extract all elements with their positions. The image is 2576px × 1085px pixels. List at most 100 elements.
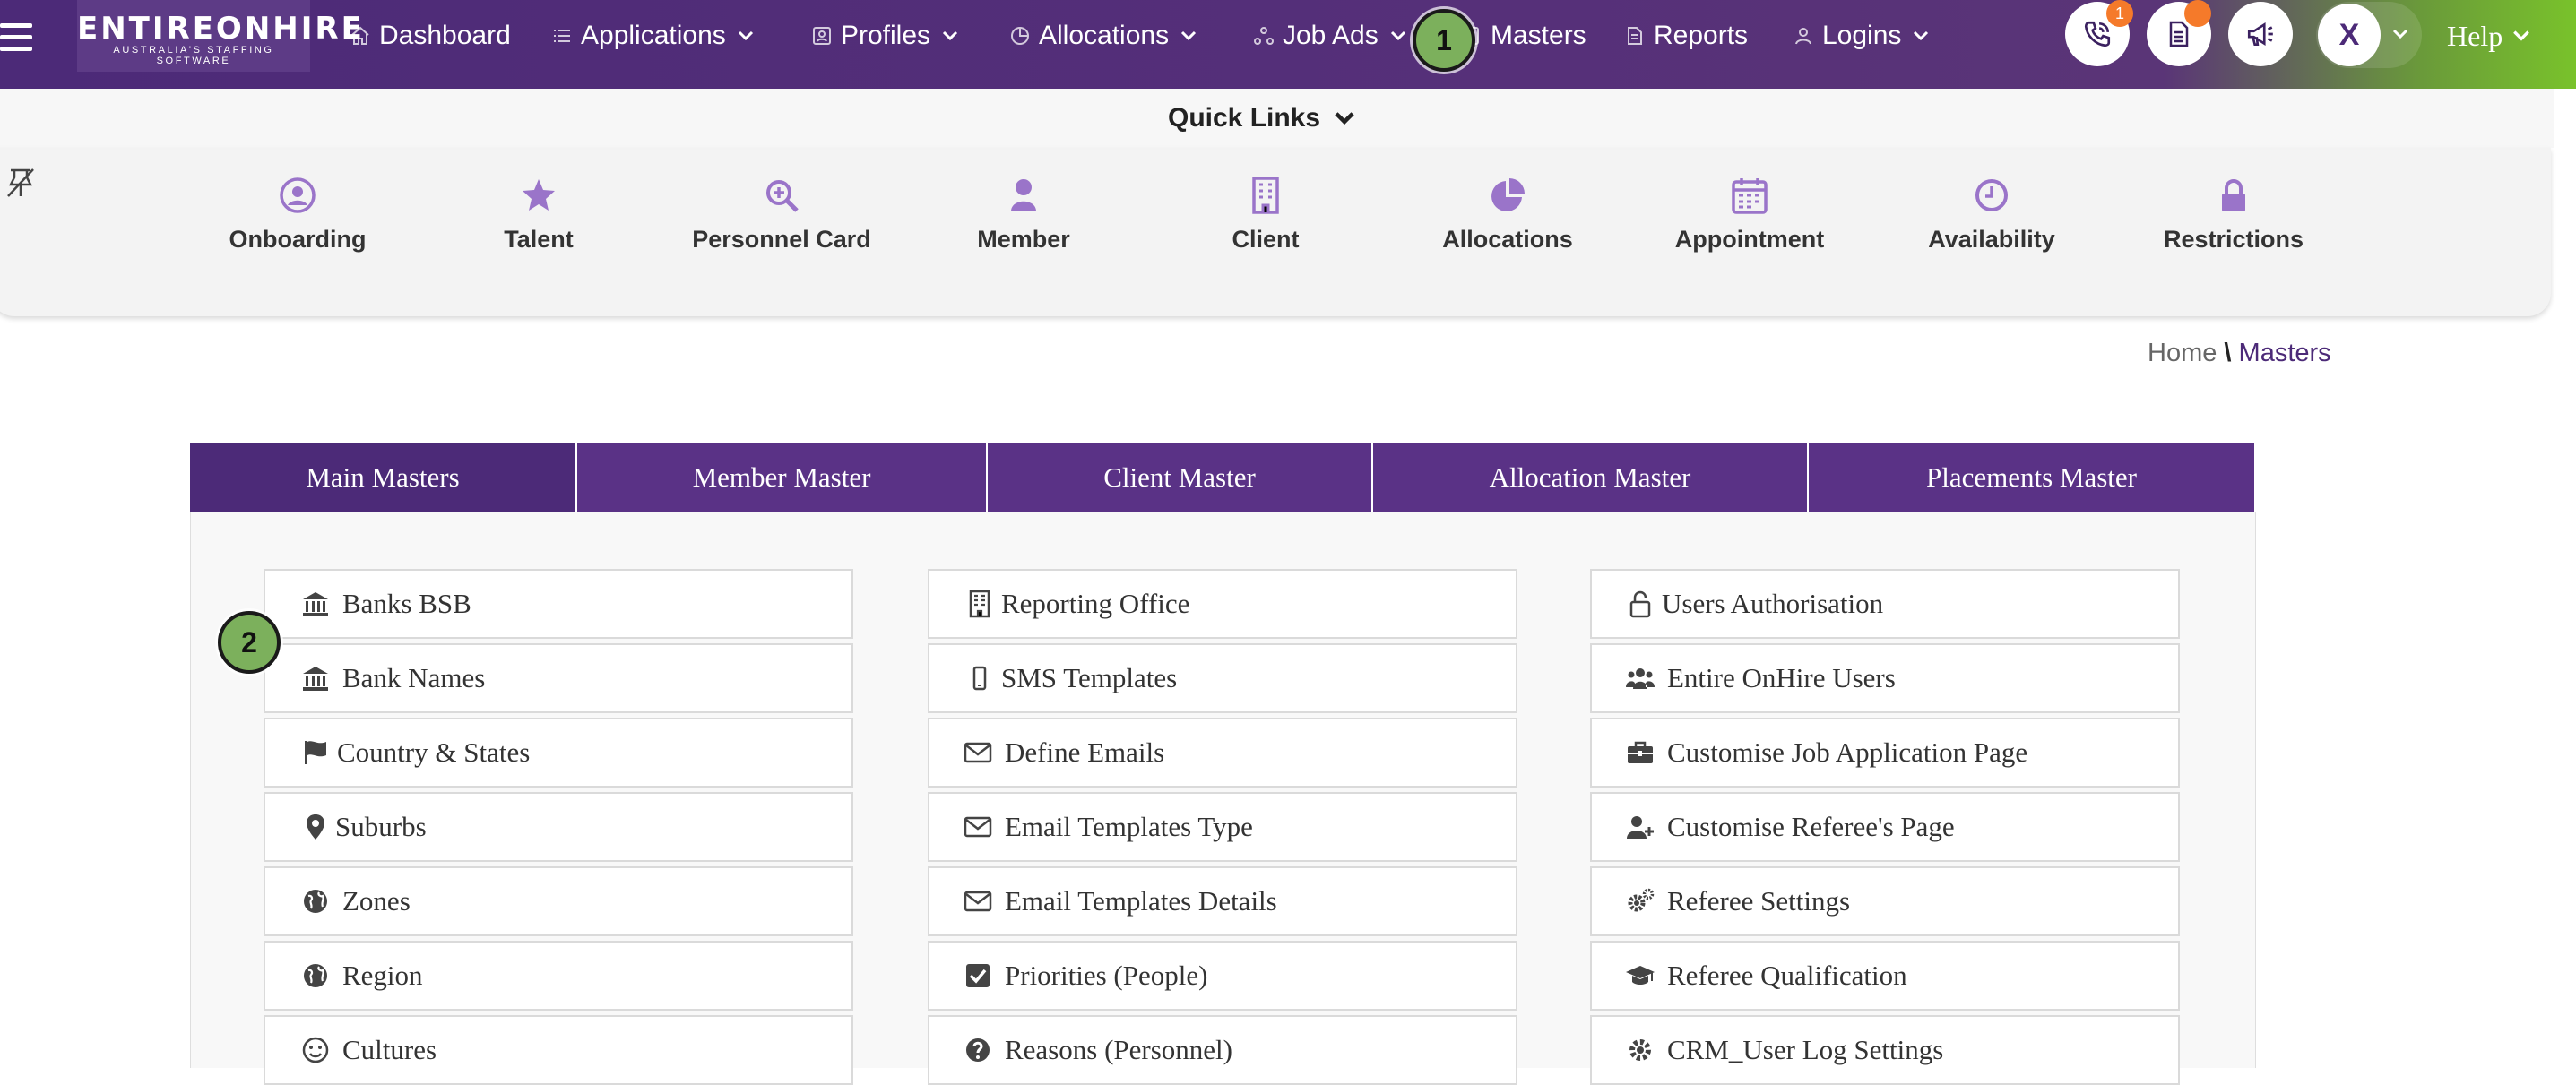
masters-tab-bar: Main Masters Member Master Client Master… (190, 443, 2254, 512)
chevron-down-icon (1333, 107, 1356, 130)
lock-icon (2222, 179, 2245, 211)
nav-profiles[interactable]: Profiles (811, 18, 959, 54)
quick-link-label: Allocations (1442, 226, 1573, 253)
file-icon (1624, 25, 1646, 47)
master-country-states[interactable]: Country & States (264, 718, 853, 788)
nav-allocations[interactable]: Allocations (1009, 18, 1197, 54)
master-label: Referee Settings (1667, 885, 1851, 917)
master-label: Define Emails (1005, 736, 1165, 768)
envelope-icon (964, 742, 992, 763)
chevron-down-icon (941, 27, 959, 45)
master-label: Country & States (337, 736, 531, 768)
master-label: Bank Names (342, 662, 486, 693)
master-customise-referees-page[interactable]: Customise Referee's Page (1590, 792, 2180, 862)
master-label: Priorities (People) (1005, 960, 1208, 991)
megaphone-icon (2247, 22, 2273, 47)
master-suburbs[interactable]: Suburbs (264, 792, 853, 862)
quick-link-member[interactable]: Member (912, 176, 1136, 254)
master-cultures[interactable]: Cultures (264, 1015, 853, 1085)
brand-name: ENTIREONHIRE (77, 11, 365, 47)
master-define-emails[interactable]: Define Emails (928, 718, 1517, 788)
breadcrumb-separator: \ (2224, 339, 2232, 367)
briefcase-icon (1628, 741, 1653, 763)
envelope-icon (964, 891, 992, 912)
quick-link-personnel-card[interactable]: Personnel Card (670, 176, 894, 254)
tab-main-masters[interactable]: Main Masters (190, 443, 575, 512)
mobile-icon (972, 666, 987, 691)
master-entire-onhire-users[interactable]: Entire OnHire Users (1590, 643, 2180, 713)
pie-chart-icon (1009, 25, 1031, 47)
nav-label: Applications (581, 21, 726, 50)
chevron-down-icon[interactable] (2391, 25, 2409, 43)
master-label: SMS Templates (1001, 662, 1178, 693)
master-region[interactable]: Region (264, 941, 853, 1011)
quick-link-label: Member (977, 226, 1070, 253)
master-label: Users Authorisation (1662, 588, 1884, 619)
master-label: Customise Job Application Page (1667, 736, 2028, 768)
master-label: Entire OnHire Users (1667, 662, 1896, 693)
master-email-templates-details[interactable]: Email Templates Details (928, 866, 1517, 936)
user-icon (1793, 25, 1814, 47)
quick-link-availability[interactable]: Availability (1880, 176, 2104, 254)
master-email-templates-type[interactable]: Email Templates Type (928, 792, 1517, 862)
unlock-icon (1629, 590, 1651, 618)
master-bank-names[interactable]: Bank Names (264, 643, 853, 713)
tab-placements-master[interactable]: Placements Master (1807, 443, 2254, 512)
unpin-icon[interactable] (5, 167, 36, 199)
quick-link-label: Onboarding (229, 226, 367, 253)
quick-link-onboarding[interactable]: Onboarding (186, 176, 410, 254)
chevron-down-icon (2511, 26, 2531, 46)
master-label: Reasons (Personnel) (1005, 1034, 1232, 1065)
master-priorities-people[interactable]: Priorities (People) (928, 941, 1517, 1011)
master-users-authorisation[interactable]: Users Authorisation (1590, 569, 2180, 639)
document-notification-dot (2184, 0, 2211, 27)
quick-link-appointment[interactable]: Appointment (1638, 176, 1862, 254)
breadcrumb: Home \ Masters (2148, 339, 2331, 368)
tab-allocation-master[interactable]: Allocation Master (1371, 443, 1807, 512)
master-crm-user-log-settings[interactable]: CRM_User Log Settings (1590, 1015, 2180, 1085)
home-icon (350, 25, 371, 47)
master-reporting-office[interactable]: Reporting Office (928, 569, 1517, 639)
search-plus-icon (766, 180, 799, 212)
nav-masters[interactable]: Masters (1461, 18, 1586, 54)
breadcrumb-home-link[interactable]: Home (2148, 339, 2217, 367)
nav-logins[interactable]: Logins (1793, 18, 1930, 54)
quick-links-toggle[interactable]: Quick Links (1168, 99, 1356, 138)
quick-link-client[interactable]: Client (1154, 176, 1378, 254)
master-referee-settings[interactable]: Referee Settings (1590, 866, 2180, 936)
chevron-down-icon (1180, 27, 1197, 45)
bank-icon (303, 592, 328, 616)
master-label: Region (342, 960, 423, 991)
master-zones[interactable]: Zones (264, 866, 853, 936)
master-referee-qualification[interactable]: Referee Qualification (1590, 941, 2180, 1011)
tab-member-master[interactable]: Member Master (575, 443, 986, 512)
brand-logo[interactable]: ENTIREONHIRE AUSTRALIA'S STAFFING SOFTWA… (77, 0, 365, 72)
building-icon (969, 590, 990, 618)
nav-job-ads[interactable]: Job Ads (1253, 18, 1407, 54)
master-customise-job-application-page[interactable]: Customise Job Application Page (1590, 718, 2180, 788)
nav-dashboard[interactable]: Dashboard (350, 18, 511, 54)
gear-icon (1629, 1039, 1651, 1061)
nav-reports[interactable]: Reports (1624, 18, 1748, 54)
map-marker-icon (307, 814, 324, 840)
quick-link-talent[interactable]: Talent (427, 176, 651, 254)
tab-client-master[interactable]: Client Master (986, 443, 1371, 512)
quick-link-restrictions[interactable]: Restrictions (2122, 176, 2346, 254)
avatar[interactable]: X (2318, 4, 2381, 66)
master-banks-bsb[interactable]: Banks BSB (264, 569, 853, 639)
help-menu[interactable]: Help (2447, 18, 2531, 54)
nav-applications[interactable]: Applications (551, 18, 755, 54)
question-circle-icon (966, 1038, 990, 1062)
quick-link-label: Talent (504, 226, 574, 253)
quick-link-label: Restrictions (2163, 226, 2304, 253)
quick-link-allocations[interactable]: Allocations (1396, 176, 1620, 254)
list-icon (551, 25, 573, 47)
nav-label: Logins (1822, 21, 1902, 50)
announcements-button[interactable] (2228, 2, 2293, 66)
master-reasons-personnel[interactable]: Reasons (Personnel) (928, 1015, 1517, 1085)
chevron-down-icon (1389, 27, 1407, 45)
master-sms-templates[interactable]: SMS Templates (928, 643, 1517, 713)
building-icon (1252, 177, 1279, 214)
hamburger-menu-icon[interactable] (0, 20, 34, 56)
breadcrumb-current: Masters (2238, 339, 2331, 367)
